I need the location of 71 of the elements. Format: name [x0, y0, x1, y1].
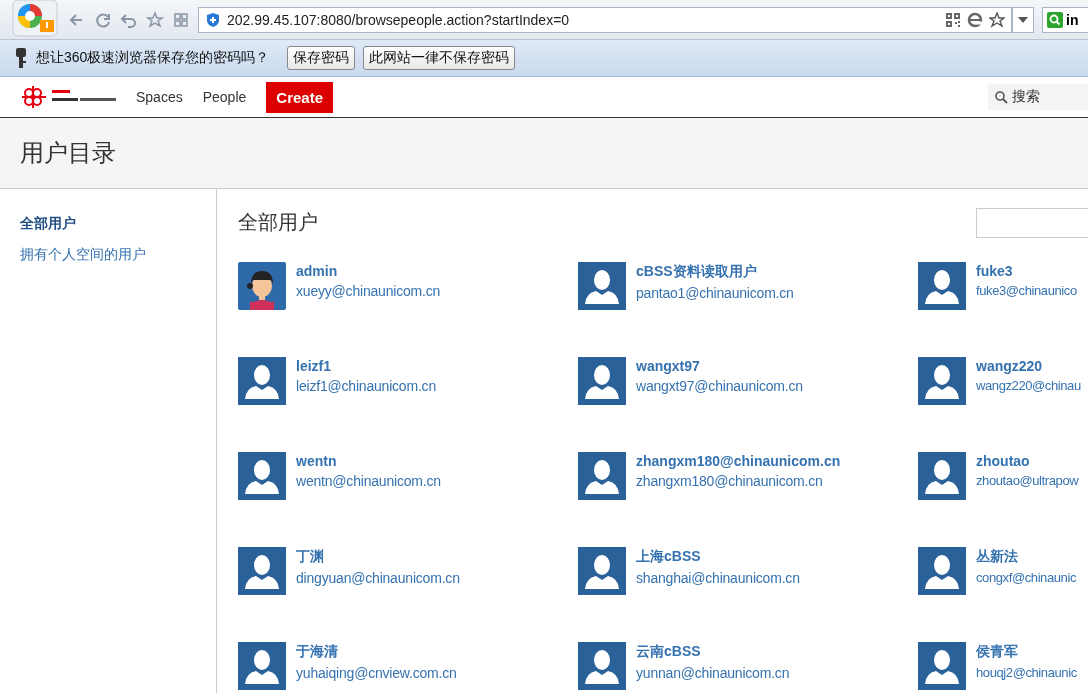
qr-code-icon[interactable]	[945, 11, 961, 28]
user-icon	[238, 547, 286, 595]
user-icon	[578, 357, 626, 405]
user-email: zhangxm180@chinaunicom.cn	[636, 473, 824, 489]
logo-icon[interactable]	[20, 84, 118, 110]
user-email: houqj2@chinaunic	[976, 665, 1077, 680]
ie-icon[interactable]	[967, 11, 983, 28]
password-prompt: 想让360极速浏览器保存您的密码吗？	[36, 49, 270, 67]
address-bar[interactable]: 202.99.45.107:8080/browsepeople.action?startIndex=0	[198, 6, 1012, 33]
user-name-link[interactable]: 于海清	[296, 643, 457, 661]
password-button[interactable]: 保存密码	[287, 46, 356, 70]
nav-link[interactable]: People	[202, 89, 247, 105]
search-field[interactable]: 搜索	[988, 84, 1088, 110]
nav-link[interactable]: Spaces	[136, 89, 183, 105]
user-icon	[918, 262, 966, 310]
user-name-link[interactable]: zhoutao	[976, 453, 1079, 469]
user-email: leizf1@chinaunicom.cn	[296, 378, 436, 394]
user-name-link[interactable]: wangxt97	[636, 358, 803, 374]
user-search-field[interactable]	[976, 208, 1088, 238]
browser-logo-icon[interactable]	[10, 0, 60, 38]
user-email: zhoutao@ultrapow	[976, 473, 1079, 488]
user-email: congxf@chinaunic	[976, 570, 1077, 585]
grid-icon[interactable]	[172, 10, 190, 29]
search-icon	[1047, 11, 1063, 28]
sidebar-item[interactable]: 拥有个人空间的用户	[20, 246, 216, 264]
user-email: yunnan@chinaunicom.cn	[636, 665, 790, 681]
user-email: xueyy@chinaunicom.cn	[296, 283, 441, 299]
user-name-link[interactable]: 上海cBSS	[636, 548, 800, 566]
page-title: 用户目录	[20, 138, 116, 168]
user-email: wangxt97@chinaunicom.cn	[636, 378, 803, 394]
shield-icon	[205, 11, 221, 28]
user-name-link[interactable]: 丛新法	[976, 548, 1077, 566]
user-icon	[578, 452, 626, 500]
user-icon	[578, 262, 626, 310]
dropdown-button[interactable]	[1012, 6, 1034, 33]
user-icon	[918, 452, 966, 500]
user-name-link[interactable]: cBSS资料读取用户	[636, 263, 794, 281]
user-name-link[interactable]: 丁渊	[296, 548, 460, 566]
user-icon	[918, 547, 966, 595]
user-email: pantao1@chinaunicom.cn	[636, 285, 794, 301]
user-name-link[interactable]: 侯青军	[976, 643, 1077, 661]
user-email: wangz220@chinau	[976, 378, 1081, 393]
user-icon	[238, 452, 286, 500]
key-icon	[14, 47, 28, 69]
user-email: wentn@chinaunicom.cn	[296, 473, 441, 489]
user-name-link[interactable]: leizf1	[296, 358, 436, 374]
user-name-link[interactable]: admin	[296, 263, 441, 279]
password-button[interactable]: 此网站一律不保存密码	[363, 46, 516, 70]
star-icon[interactable]	[989, 11, 1005, 28]
user-icon	[578, 547, 626, 595]
user-name-link[interactable]: wentn	[296, 453, 441, 469]
user-icon	[238, 357, 286, 405]
user-icon	[918, 357, 966, 405]
user-icon	[578, 642, 626, 690]
sidebar-item[interactable]: 全部用户	[20, 215, 216, 233]
create-button[interactable]: Create	[266, 81, 333, 113]
caret-icon	[1018, 16, 1028, 23]
user-email: fuke3@chinaunico	[976, 283, 1077, 298]
search-field[interactable]: in	[1042, 6, 1088, 33]
section-heading: 全部用户	[238, 210, 318, 235]
user-icon	[238, 642, 286, 690]
user-email: yuhaiqing@cnview.com.cn	[296, 665, 457, 681]
user-icon	[918, 642, 966, 690]
star-icon[interactable]	[146, 10, 164, 29]
user-name-link[interactable]: 云南cBSS	[636, 643, 790, 661]
search-icon	[994, 90, 1008, 104]
user-email: dingyuan@chinaunicom.cn	[296, 570, 460, 586]
user-name-link[interactable]: wangz220	[976, 358, 1081, 374]
user-name-link[interactable]: zhangxm180@chinaunicom.cn	[636, 453, 841, 469]
user-name-link[interactable]: fuke3	[976, 263, 1077, 279]
user-email: shanghai@chinaunicom.cn	[636, 570, 800, 586]
